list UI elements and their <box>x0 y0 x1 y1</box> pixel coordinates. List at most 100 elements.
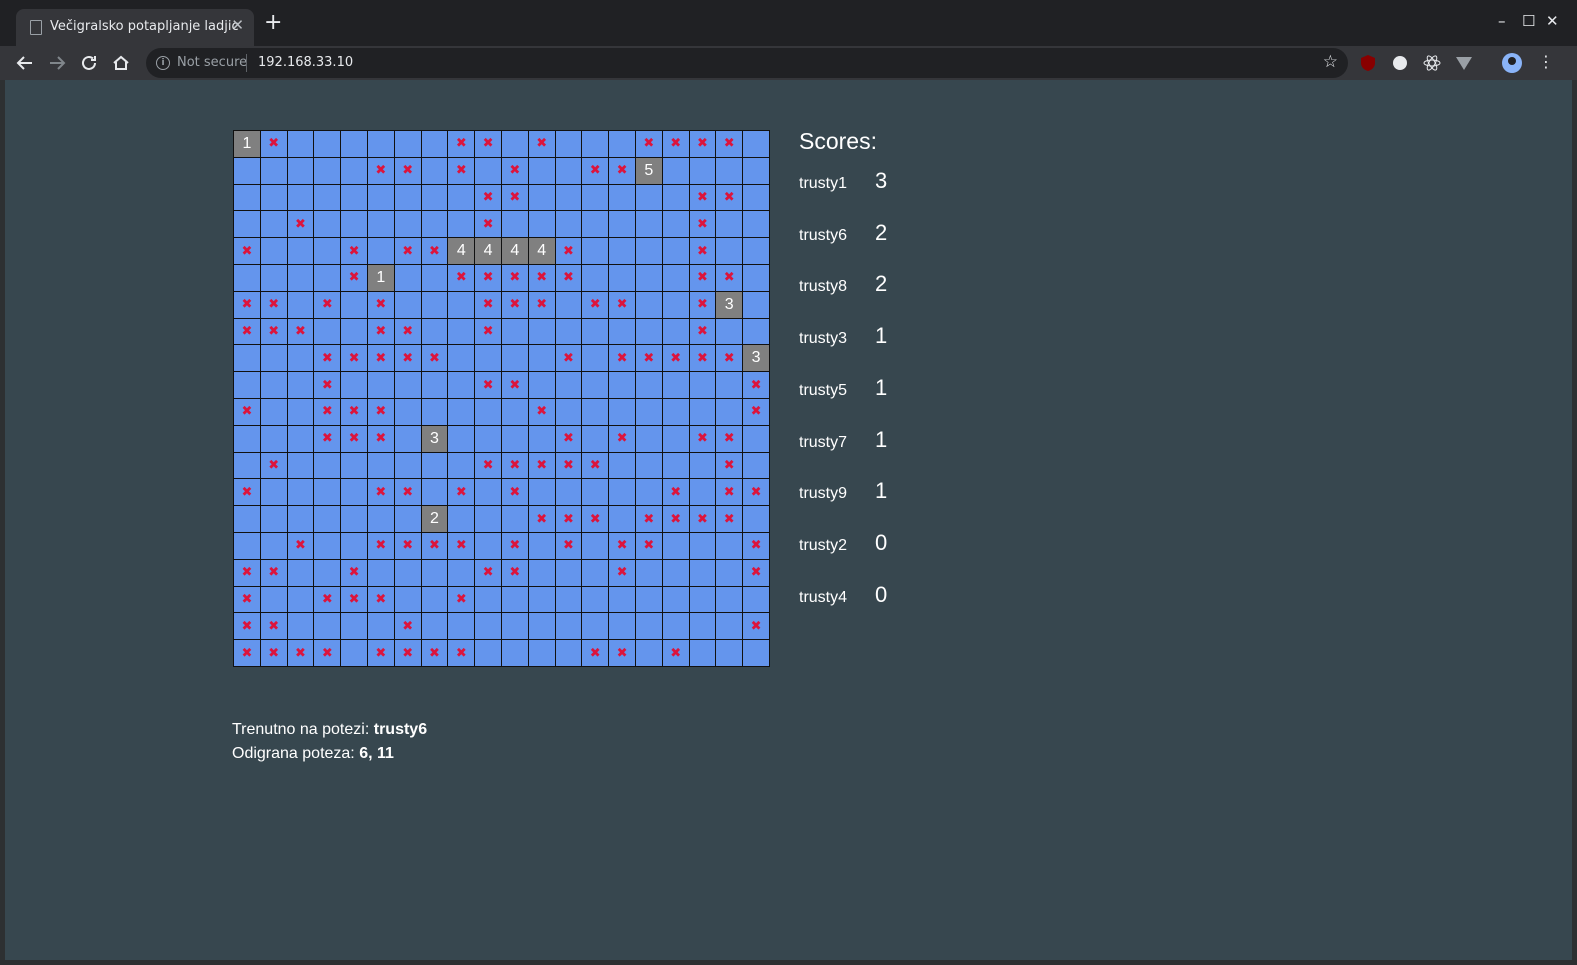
vue-devtools-icon[interactable] <box>1455 54 1473 72</box>
forward-button[interactable] <box>44 50 70 76</box>
board-cell[interactable] <box>341 131 368 158</box>
ublock-extension-icon[interactable] <box>1359 54 1377 72</box>
board-cell[interactable] <box>234 452 261 480</box>
board-cell[interactable]: ✖ <box>394 238 422 265</box>
board-cell[interactable] <box>394 372 422 399</box>
board-cell[interactable] <box>555 291 583 319</box>
board-cell[interactable]: ✖ <box>501 372 529 399</box>
board-cell[interactable]: ✖ <box>314 586 342 614</box>
board-cell[interactable]: 1 <box>234 131 261 158</box>
board-cell[interactable]: ✖ <box>475 131 502 158</box>
board-cell[interactable] <box>314 479 342 507</box>
board-cell[interactable] <box>260 372 288 399</box>
board-cell[interactable]: ✖ <box>743 479 770 507</box>
board-cell[interactable] <box>287 345 315 373</box>
board-cell[interactable]: ✖ <box>716 184 744 212</box>
menu-kebab-icon[interactable]: ⋮ <box>1538 52 1556 71</box>
board-cell[interactable] <box>662 425 690 453</box>
board-cell[interactable]: ✖ <box>582 291 610 319</box>
board-cell[interactable] <box>421 131 449 158</box>
board-cell[interactable] <box>501 318 529 346</box>
board-cell[interactable] <box>367 238 395 265</box>
board-cell[interactable]: ✖ <box>635 532 663 560</box>
board-cell[interactable] <box>448 211 476 239</box>
board-cell[interactable] <box>582 613 610 641</box>
board-cell[interactable] <box>287 372 315 399</box>
board-cell[interactable] <box>662 532 690 560</box>
board-cell[interactable] <box>341 613 368 641</box>
board-cell[interactable] <box>314 184 342 212</box>
board-cell[interactable] <box>555 586 583 614</box>
board-cell[interactable] <box>662 559 690 587</box>
board-cell[interactable] <box>314 318 342 346</box>
board-cell[interactable] <box>528 345 556 373</box>
board-cell[interactable]: ✖ <box>367 640 395 667</box>
board-cell[interactable]: ✖ <box>394 345 422 373</box>
board-cell[interactable]: ✖ <box>689 345 717 373</box>
board-cell[interactable] <box>501 613 529 641</box>
board-cell[interactable] <box>662 184 690 212</box>
board-cell[interactable] <box>448 291 476 319</box>
board-cell[interactable]: ✖ <box>234 613 261 641</box>
board-cell[interactable] <box>582 372 610 399</box>
board-cell[interactable]: ✖ <box>341 345 368 373</box>
board-cell[interactable] <box>421 398 449 426</box>
info-icon[interactable]: i <box>156 56 170 70</box>
board-cell[interactable] <box>582 131 610 158</box>
board-cell[interactable] <box>421 479 449 507</box>
board-cell[interactable] <box>716 211 744 239</box>
board-cell[interactable]: ✖ <box>555 425 583 453</box>
board-cell[interactable]: ✖ <box>528 452 556 480</box>
board-cell[interactable]: ✖ <box>260 452 288 480</box>
board-cell[interactable] <box>394 291 422 319</box>
board-cell[interactable] <box>555 211 583 239</box>
board-cell[interactable] <box>716 586 744 614</box>
board-cell[interactable] <box>367 372 395 399</box>
board-cell[interactable] <box>341 506 368 533</box>
board-cell[interactable] <box>475 640 502 667</box>
board-cell[interactable] <box>609 131 636 158</box>
board-cell[interactable] <box>635 398 663 426</box>
board-cell[interactable]: ✖ <box>689 184 717 212</box>
board-cell[interactable] <box>689 559 717 587</box>
board-cell[interactable] <box>287 264 315 292</box>
board-cell[interactable] <box>582 184 610 212</box>
board-cell[interactable]: ✖ <box>234 398 261 426</box>
board-cell[interactable] <box>394 506 422 533</box>
board-cell[interactable] <box>635 640 663 667</box>
board-cell[interactable]: ✖ <box>314 372 342 399</box>
board-cell[interactable]: ✖ <box>394 157 422 185</box>
board-cell[interactable]: ✖ <box>582 640 610 667</box>
board-cell[interactable]: ✖ <box>689 264 717 292</box>
board-cell[interactable]: ✖ <box>716 264 744 292</box>
board-cell[interactable]: 4 <box>501 238 529 265</box>
board-cell[interactable] <box>582 398 610 426</box>
board-cell[interactable] <box>394 264 422 292</box>
board-cell[interactable] <box>314 559 342 587</box>
board-cell[interactable] <box>689 640 717 667</box>
close-window-icon[interactable]: ✕ <box>1546 12 1559 30</box>
board-cell[interactable]: ✖ <box>555 452 583 480</box>
board-cell[interactable] <box>448 398 476 426</box>
board-cell[interactable]: ✖ <box>609 532 636 560</box>
board-cell[interactable] <box>260 211 288 239</box>
board-cell[interactable] <box>716 238 744 265</box>
board-cell[interactable] <box>314 532 342 560</box>
board-cell[interactable] <box>448 372 476 399</box>
board-cell[interactable]: ✖ <box>394 640 422 667</box>
board-cell[interactable] <box>609 184 636 212</box>
board-cell[interactable]: ✖ <box>260 640 288 667</box>
board-cell[interactable]: ✖ <box>341 559 368 587</box>
board-cell[interactable] <box>394 586 422 614</box>
board-cell[interactable] <box>234 532 261 560</box>
board-cell[interactable]: ✖ <box>314 425 342 453</box>
board-cell[interactable] <box>475 586 502 614</box>
board-cell[interactable]: ✖ <box>448 131 476 158</box>
board-cell[interactable] <box>582 211 610 239</box>
board-cell[interactable] <box>475 532 502 560</box>
board-cell[interactable]: ✖ <box>662 131 690 158</box>
board-cell[interactable] <box>341 532 368 560</box>
board-cell[interactable] <box>421 291 449 319</box>
board-cell[interactable]: ✖ <box>582 506 610 533</box>
board-cell[interactable] <box>394 184 422 212</box>
